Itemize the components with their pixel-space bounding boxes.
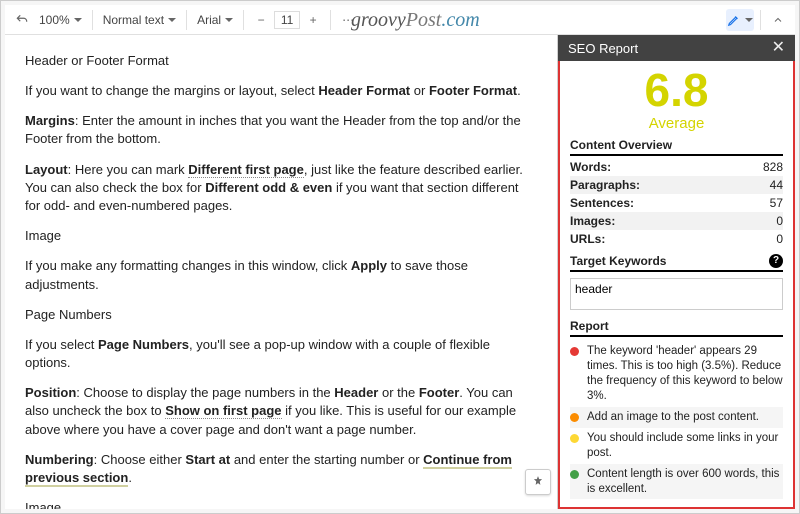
paragraph: Image [25,499,537,509]
report-item: Content length is over 600 words, this i… [570,464,783,500]
report-item: The keyword 'header' appears 29 times. T… [570,341,783,407]
undo-button[interactable] [11,9,33,31]
star-plus-icon [531,475,545,489]
hide-menus-button[interactable] [767,9,789,31]
sidebar-title: SEO Report [568,41,638,56]
paragraph: If you make any formatting changes in th… [25,257,537,293]
paragraph: Numbering: Choose either Start at and en… [25,451,537,487]
font-decrease-button[interactable]: − [250,9,272,31]
font-size-input[interactable]: 11 [274,11,300,29]
pencil-icon [727,13,741,27]
chevron-down-icon [225,18,233,22]
zoom-select[interactable]: 100% [35,11,86,29]
sidebar-header: SEO Report ✕ [558,35,795,61]
heading: Header or Footer Format [25,53,537,68]
report-title: Report [570,319,783,337]
seo-score: 6.8 Average [570,67,783,132]
stat-row-urls: URLs:0 [570,230,783,248]
paragraph: Margins: Enter the amount in inches that… [25,112,537,148]
paragraph-style-select[interactable]: Normal text [99,11,180,29]
stat-row-paragraphs: Paragraphs:44 [570,176,783,194]
status-dot-yellow [570,434,579,443]
overview-title: Content Overview [570,138,783,156]
paragraph: If you want to change the margins or lay… [25,82,537,100]
score-number: 6.8 [570,67,783,113]
report-item: You should include some links in your po… [570,428,783,464]
editing-mode-button[interactable] [726,9,754,31]
seo-sidebar: SEO Report ✕ 6.8 Average Content Overvie… [557,35,795,509]
explore-button[interactable] [525,469,551,495]
keywords-input[interactable]: header [570,278,783,310]
font-family-select[interactable]: Arial [193,11,237,29]
paragraph: Layout: Here you can mark Different firs… [25,161,537,216]
paragraph: Page Numbers [25,306,537,324]
font-increase-button[interactable]: + [302,9,324,31]
font-value: Arial [197,13,221,27]
paragraph: If you select Page Numbers, you'll see a… [25,336,537,372]
status-dot-red [570,347,579,356]
stat-row-sentences: Sentences:57 [570,194,783,212]
more-tools-button[interactable]: ⋯ [337,9,359,31]
close-button[interactable]: ✕ [772,40,785,56]
help-icon[interactable]: ? [769,254,783,268]
chevron-down-icon [74,18,82,22]
toolbar: 100% Normal text Arial − 11 + ⋯ [5,5,795,35]
score-label: Average [570,115,783,132]
document-body[interactable]: Header or Footer Format If you want to c… [5,35,557,509]
chevron-down-icon [168,18,176,22]
paragraph: Position: Choose to display the page num… [25,384,537,439]
stat-row-images: Images:0 [570,212,783,230]
paragraph: Image [25,227,537,245]
status-dot-orange [570,413,579,422]
chevron-down-icon [745,18,753,22]
stat-row-words: Words:828 [570,158,783,176]
status-dot-green [570,470,579,479]
report-item: Add an image to the post content. [570,407,783,428]
style-value: Normal text [103,13,164,27]
keywords-title: Target Keywords ? [570,254,783,272]
zoom-value: 100% [39,13,70,27]
